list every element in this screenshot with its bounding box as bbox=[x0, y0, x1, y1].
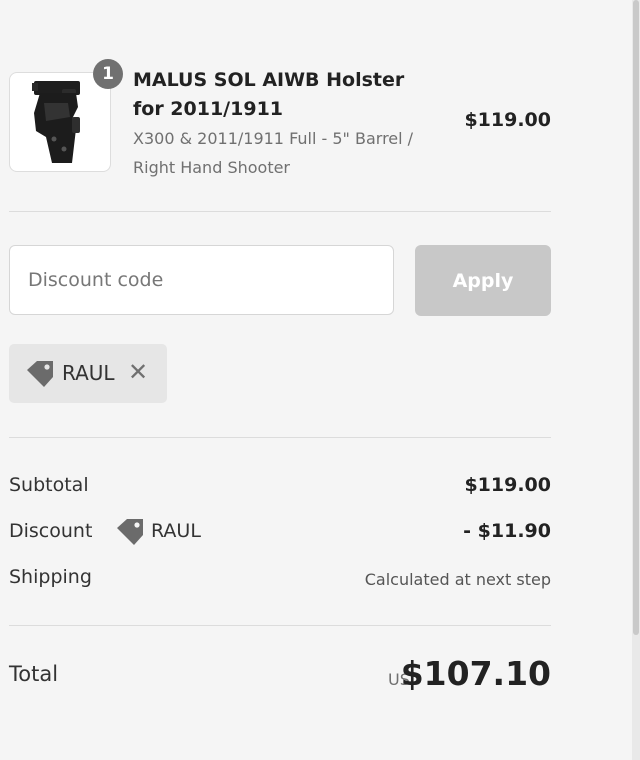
shipping-row: Shipping Calculated at next step bbox=[9, 566, 551, 596]
scrollbar-track[interactable] bbox=[632, 0, 640, 760]
total-value: $107.10 bbox=[400, 654, 551, 693]
tag-icon bbox=[117, 519, 143, 545]
discount-value: - $11.90 bbox=[463, 520, 551, 542]
product-price: $119.00 bbox=[464, 109, 551, 131]
product-variant: X300 & 2011/1911 Full - 5" Barrel / Righ… bbox=[133, 129, 414, 177]
holster-image bbox=[32, 81, 80, 163]
product-name: MALUS SOL AIWB Holster for 2011/1911 bbox=[133, 69, 405, 120]
close-icon[interactable]: ✕ bbox=[128, 358, 148, 386]
discount-row: Discount RAUL - $11.90 bbox=[9, 519, 551, 550]
discount-label: Discount bbox=[9, 520, 93, 542]
divider bbox=[9, 211, 551, 212]
discount-code: RAUL bbox=[151, 520, 201, 542]
subtotal-label: Subtotal bbox=[9, 474, 89, 496]
scrollbar-thumb[interactable] bbox=[633, 0, 639, 635]
divider bbox=[9, 437, 551, 438]
subtotal-value: $119.00 bbox=[464, 474, 551, 496]
subtotal-row: Subtotal $119.00 bbox=[9, 474, 551, 504]
product-thumbnail bbox=[9, 72, 111, 172]
quantity-badge: 1 bbox=[93, 59, 123, 89]
applied-discount-chip: RAUL ✕ bbox=[9, 344, 167, 403]
divider bbox=[9, 625, 551, 626]
line-item: 1 MALUS SOL AIWB Holster for 2011/1911 X… bbox=[9, 59, 551, 180]
shipping-label: Shipping bbox=[9, 566, 92, 588]
discount-code-input[interactable] bbox=[9, 245, 394, 315]
apply-button[interactable]: Apply bbox=[415, 245, 551, 316]
tag-icon bbox=[27, 361, 53, 387]
applied-code-label: RAUL bbox=[62, 361, 115, 385]
shipping-value: Calculated at next step bbox=[364, 570, 551, 589]
total-label: Total bbox=[9, 662, 59, 686]
